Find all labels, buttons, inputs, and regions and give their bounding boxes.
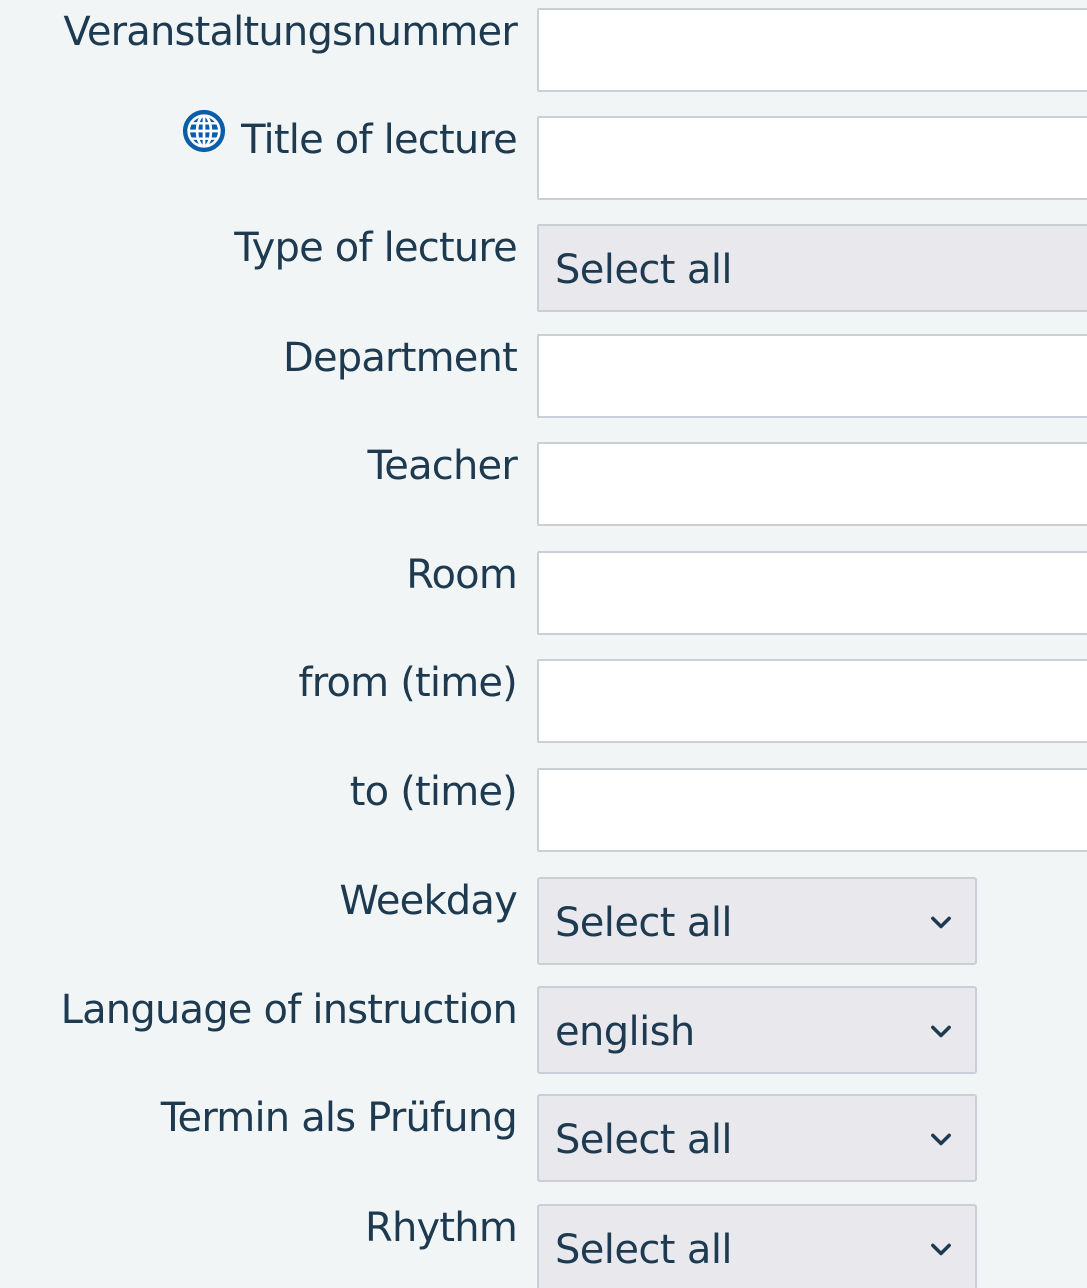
title-label-wrapper: Title of lecture bbox=[181, 109, 518, 166]
chevron-down-icon bbox=[931, 1025, 951, 1038]
event-number-input[interactable] bbox=[537, 8, 1087, 92]
type-select-value: Select all bbox=[555, 247, 732, 293]
to-time-input[interactable] bbox=[537, 768, 1087, 852]
type-select[interactable]: Select all bbox=[537, 224, 1087, 312]
exam-label: Termin als Prüfung bbox=[160, 1095, 518, 1141]
to-time-label: to (time) bbox=[349, 769, 518, 815]
search-form: Veranstaltungsnummer Title of lecture Ty… bbox=[0, 0, 1087, 1288]
row-department: Department bbox=[0, 326, 1087, 426]
row-rhythm: Rhythm Select all bbox=[0, 1196, 1087, 1288]
row-exam: Termin als Prüfung Select all bbox=[0, 1086, 1087, 1186]
row-type: Type of lecture Select all bbox=[0, 216, 1087, 316]
room-input[interactable] bbox=[537, 551, 1087, 635]
row-weekday: Weekday Select all bbox=[0, 869, 1087, 969]
row-teacher: Teacher bbox=[0, 434, 1087, 534]
event-number-label: Veranstaltungsnummer bbox=[63, 9, 517, 55]
chevron-down-icon bbox=[931, 916, 951, 929]
row-room: Room bbox=[0, 543, 1087, 643]
rhythm-label: Rhythm bbox=[364, 1205, 518, 1251]
room-label: Room bbox=[406, 552, 518, 598]
chevron-down-icon bbox=[931, 1133, 951, 1146]
weekday-select[interactable]: Select all bbox=[537, 877, 977, 965]
globe-icon[interactable] bbox=[181, 108, 227, 154]
department-input[interactable] bbox=[537, 334, 1087, 418]
type-label: Type of lecture bbox=[234, 225, 518, 271]
from-time-input[interactable] bbox=[537, 659, 1087, 743]
teacher-input[interactable] bbox=[537, 442, 1087, 526]
row-language: Language of instruction english bbox=[0, 978, 1087, 1078]
chevron-down-icon bbox=[931, 1243, 951, 1256]
row-to-time: to (time) bbox=[0, 760, 1087, 860]
rhythm-select[interactable]: Select all bbox=[537, 1204, 977, 1288]
rhythm-select-value: Select all bbox=[555, 1227, 732, 1273]
teacher-label: Teacher bbox=[367, 443, 517, 489]
from-time-label: from (time) bbox=[298, 660, 517, 706]
language-select[interactable]: english bbox=[537, 986, 977, 1074]
title-input[interactable] bbox=[537, 116, 1087, 200]
language-select-value: english bbox=[555, 1009, 695, 1055]
language-label: Language of instruction bbox=[60, 987, 518, 1033]
weekday-select-value: Select all bbox=[555, 900, 732, 946]
weekday-label: Weekday bbox=[339, 878, 517, 924]
exam-select-value: Select all bbox=[555, 1117, 732, 1163]
exam-select[interactable]: Select all bbox=[537, 1094, 977, 1182]
department-label: Department bbox=[282, 335, 518, 381]
row-title: Title of lecture bbox=[0, 108, 1087, 208]
row-from-time: from (time) bbox=[0, 651, 1087, 751]
row-event-number: Veranstaltungsnummer bbox=[0, 0, 1087, 100]
title-label: Title of lecture bbox=[241, 117, 518, 163]
